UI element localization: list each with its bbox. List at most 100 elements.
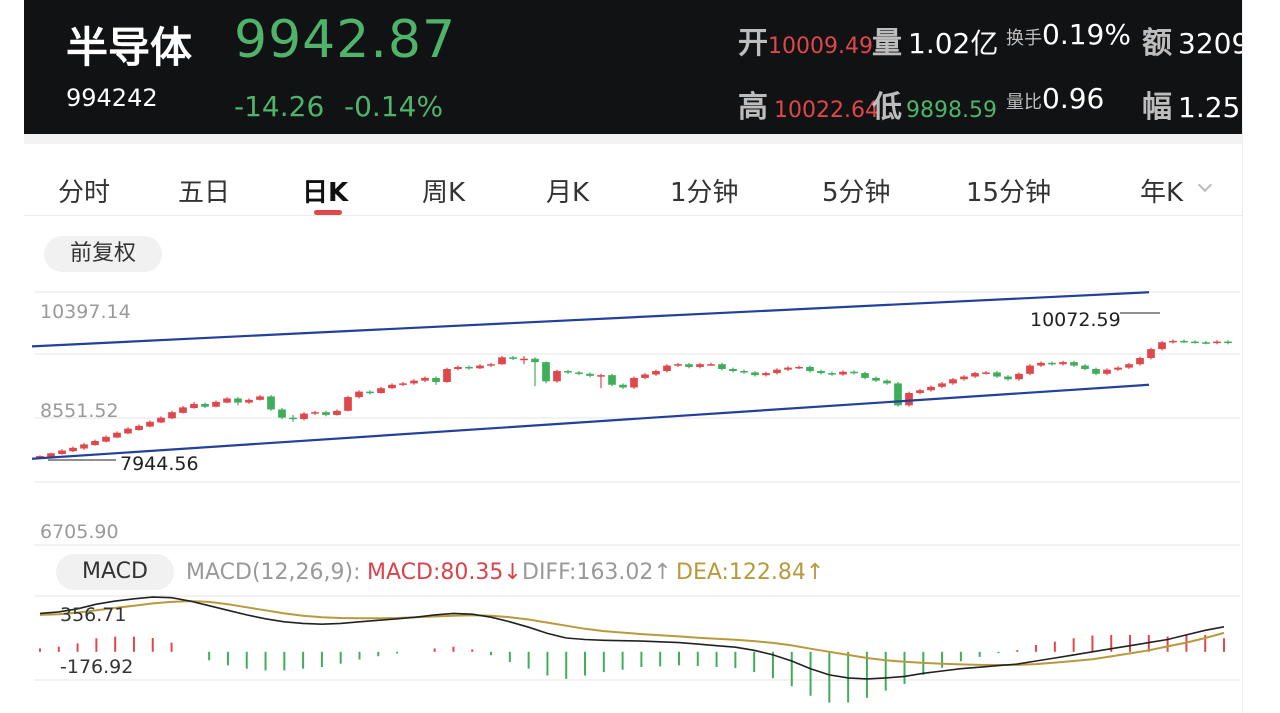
candle-body (69, 447, 77, 452)
candle-body (322, 412, 330, 415)
candle-body (718, 364, 726, 369)
candle-body (146, 421, 154, 427)
candle-body (564, 371, 572, 373)
candle-body (421, 377, 429, 381)
candle-body (1213, 341, 1221, 344)
candle-body (58, 450, 66, 454)
kline-chart[interactable]: 10397.14 8551.52 6705.90 10072.59 7944.56 35… (0, 0, 1280, 713)
candle-body (982, 372, 990, 374)
candle-body (168, 412, 176, 419)
candle-body (905, 392, 913, 406)
candle-body (1081, 365, 1089, 369)
candle-body (850, 371, 858, 374)
candle-body (1158, 342, 1166, 350)
candle-body (1059, 362, 1067, 365)
high-annotation: 10072.59 (1030, 309, 1121, 331)
candle-body (377, 388, 385, 393)
candle-body (80, 444, 88, 449)
candle-body (1015, 373, 1023, 380)
candle-body (509, 357, 517, 359)
candle-body (938, 383, 946, 387)
candle-body (751, 372, 759, 376)
y-tick-label: 10397.14 (40, 301, 131, 323)
candle-body (575, 372, 583, 374)
candle-body (388, 384, 396, 389)
candle-body (344, 397, 352, 411)
candle-body (465, 366, 473, 369)
candle-body (399, 383, 407, 385)
candle-body (542, 362, 550, 382)
candle-body (47, 453, 55, 457)
candle-body (630, 377, 638, 388)
candle-body (366, 391, 374, 394)
candle-body (124, 428, 132, 434)
candle-body (157, 417, 165, 423)
candle-body (410, 380, 418, 384)
candle-body (674, 364, 682, 366)
candle-body (1136, 358, 1144, 365)
candle-body (432, 377, 440, 383)
diff-value: DIFF:163.02↑ (522, 560, 672, 585)
candle-body (806, 366, 814, 372)
indicator-macd-button[interactable]: MACD (56, 554, 174, 590)
candle-body (586, 373, 594, 376)
candle-body (91, 440, 99, 446)
macd-value: MACD:80.35↓ (367, 560, 522, 585)
candle-body (1026, 365, 1034, 374)
candle-body (498, 357, 506, 365)
candle-body (520, 358, 528, 361)
macd-y-tick-top: 356.71 (60, 604, 126, 626)
candle-body (707, 364, 715, 366)
low-annotation: 7944.56 (120, 453, 199, 475)
candle-body (795, 366, 803, 369)
candle-body (1070, 362, 1078, 366)
candle-body (861, 373, 869, 378)
candle-body (245, 399, 253, 403)
candle-body (190, 403, 198, 409)
candle-body (1191, 341, 1199, 344)
candle-body (487, 364, 495, 366)
candle-body (1147, 349, 1155, 359)
candle-body (113, 432, 121, 438)
candle-body (278, 409, 286, 418)
candle-body (1125, 364, 1133, 368)
channel-line-1 (31, 291, 1150, 348)
candle-body (1004, 376, 1012, 380)
candle-body (223, 398, 231, 403)
candle-body (729, 368, 737, 372)
candle-body (454, 366, 462, 369)
y-tick-label: 6705.90 (40, 521, 119, 543)
right-gutter (1242, 0, 1280, 713)
candle-body (652, 371, 660, 375)
candle-body (619, 384, 627, 388)
candle-body (300, 413, 308, 420)
candle-body (311, 412, 319, 414)
candle-body (201, 403, 209, 407)
candle-body (685, 364, 693, 367)
candle-body (773, 369, 781, 374)
candle-body (740, 371, 748, 373)
candle-body (1048, 362, 1056, 365)
candle-body (179, 407, 187, 413)
candle-body (102, 436, 110, 442)
candle-body (872, 377, 880, 381)
candle-body (960, 376, 968, 380)
dea-line (39, 600, 1225, 667)
candle-body (608, 375, 616, 385)
candle-body (1180, 340, 1188, 343)
candle-body (1224, 341, 1232, 344)
candle-body (784, 367, 792, 370)
candle-body (333, 410, 341, 415)
candle-body (135, 425, 143, 430)
candle-body (597, 375, 605, 377)
candle-body (267, 396, 275, 410)
candle-body (663, 365, 671, 372)
diff-line (39, 596, 1225, 680)
y-tick-label: 8551.52 (40, 400, 119, 422)
candle-body (927, 386, 935, 391)
candle-body (355, 391, 363, 398)
candle-body (696, 364, 704, 367)
candle-body (839, 371, 847, 375)
candle-body (1037, 362, 1045, 366)
candle-body (1202, 342, 1210, 344)
